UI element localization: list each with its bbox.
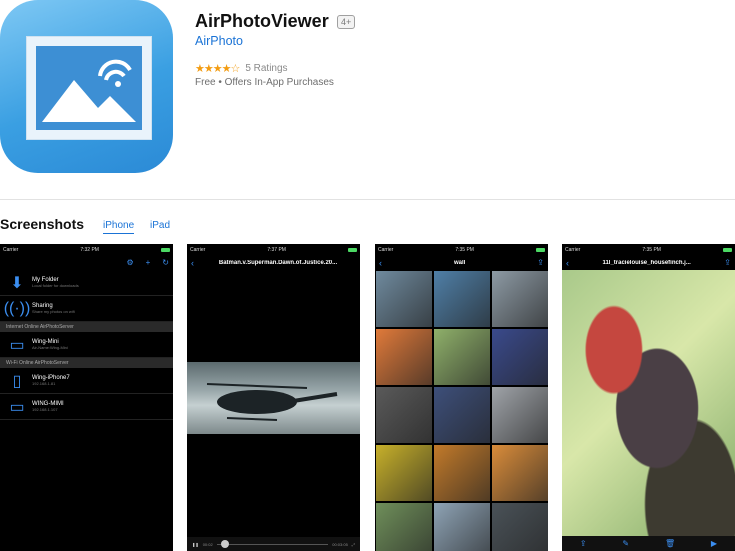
monitor-icon: ▭ (9, 336, 25, 354)
group-header: Wi-Fi Online AirPhotoServer (0, 358, 173, 368)
phone-icon: ▯ (12, 372, 22, 390)
video-title: Batman.v.Superman.Dawn.of.Justice.20... (218, 259, 338, 266)
back-icon: ‹ (566, 257, 569, 268)
refresh-icon: ↻ (162, 258, 169, 267)
photo-thumbnail[interactable] (376, 503, 432, 551)
gear-icon: ⚙ (126, 258, 134, 267)
photo-thumbnail[interactable] (434, 329, 490, 385)
group-header: Internet Online AirPhotoServer (0, 322, 173, 332)
nav-bar: ⚙ + ↻ (0, 255, 173, 270)
photo-thumbnail[interactable] (492, 387, 548, 443)
photo-toolbar: ⇪ ✎ 🗑 ▶ (562, 536, 735, 551)
photo-thumbnail[interactable] (434, 387, 490, 443)
list-item: ▭ Wing-Mini Air-Name:Wing-Mini (0, 332, 173, 358)
photo-thumbnail[interactable] (376, 445, 432, 501)
battery-icon (536, 247, 545, 252)
list-item: ⬇ My Folder Local folder for downloads (0, 270, 173, 296)
battery-icon (723, 247, 732, 252)
screenshot-4[interactable]: Carrier 7:35 PM ‹ 11l_tracielouise_house… (562, 244, 735, 551)
screenshots-heading: Screenshots (0, 216, 85, 232)
edit-icon: ✎ (622, 539, 630, 548)
plus-icon: + (145, 258, 151, 267)
tab-ipad[interactable]: iPad (150, 220, 170, 233)
screenshot-2[interactable]: Carrier 7:37 PM ‹ Batman.v.Superman.Dawn… (187, 244, 360, 551)
status-bar: Carrier 7:35 PM (562, 244, 735, 255)
fullscreen-icon: ⤢ (351, 541, 355, 547)
status-bar: Carrier 7:35 PM (375, 244, 548, 255)
bird-photo (562, 270, 735, 536)
photo-grid (375, 270, 548, 551)
photo-thumbnail[interactable] (376, 387, 432, 443)
age-rating-badge: 4+ (337, 15, 356, 29)
screenshot-3[interactable]: Carrier 7:35 PM ‹ wall ⇪ (375, 244, 548, 551)
battery-icon (161, 247, 170, 252)
photo-thumbnail[interactable] (376, 329, 432, 385)
app-store-page: AirPhotoViewer 4+ AirPhoto ★★★★☆ 5 Ratin… (0, 0, 735, 551)
photo-title: 11l_tracielouise_housefinch.j... (602, 259, 691, 266)
ratings-count[interactable]: 5 Ratings (245, 63, 287, 74)
photo-thumbnail[interactable] (434, 503, 490, 551)
share-icon: ⇪ (724, 258, 731, 267)
photo-thumbnail[interactable] (376, 271, 432, 327)
list-item: ▭ WING-MIMI 192.168.1.107 (0, 394, 173, 420)
share-icon: ⇪ (579, 539, 587, 548)
list-item: ((·)) Sharing Share my photos on wifi (0, 296, 173, 322)
photo-thumbnail[interactable] (434, 445, 490, 501)
photo-thumbnail[interactable] (492, 329, 548, 385)
rating-row: ★★★★☆ 5 Ratings (195, 62, 288, 75)
back-icon: ‹ (191, 257, 194, 268)
photo-thumbnail[interactable] (492, 445, 548, 501)
mountain-wifi-icon (42, 59, 136, 122)
nav-bar: ‹ wall ⇪ (375, 255, 548, 270)
app-icon (0, 0, 173, 173)
nav-bar: ‹ Batman.v.Superman.Dawn.of.Justice.20..… (187, 255, 360, 270)
developer-link[interactable]: AirPhoto (195, 34, 243, 48)
screenshot-1[interactable]: Carrier 7:32 PM ⚙ + ↻ ⬇ My Folder Local f… (0, 244, 173, 551)
app-title: AirPhotoViewer (195, 11, 329, 31)
video-controls: ❚❚ 00:02 00:03:05 ⤢ (187, 537, 360, 551)
photo-thumbnail[interactable] (492, 503, 548, 551)
nav-bar: ‹ 11l_tracielouise_housefinch.j... ⇪ (562, 255, 735, 270)
seek-slider[interactable] (216, 539, 329, 548)
photo-thumbnail[interactable] (434, 271, 490, 327)
tab-iphone[interactable]: iPhone (103, 220, 135, 234)
play-icon: ▶ (710, 539, 718, 548)
divider (0, 199, 735, 200)
folder-title: wall (453, 259, 466, 266)
pause-icon: ❚❚ (192, 541, 199, 547)
download-folder-icon: ⬇ (10, 274, 24, 292)
status-bar: Carrier 7:37 PM (187, 244, 360, 255)
list-item: ▯ Wing-iPhone7 192.168.1.81 (0, 368, 173, 394)
video-frame (187, 362, 360, 434)
share-icon: ⇪ (537, 258, 544, 267)
status-bar: Carrier 7:32 PM (0, 244, 173, 255)
wifi-broadcast-icon: ((·)) (3, 299, 31, 317)
battery-icon (348, 247, 357, 252)
star-rating-icon: ★★★★☆ (195, 63, 240, 75)
trash-icon: 🗑 (664, 539, 676, 548)
monitor-icon: ▭ (9, 398, 25, 416)
helicopter-image (206, 383, 338, 421)
back-icon: ‹ (379, 257, 382, 268)
seek-knob[interactable] (220, 539, 229, 548)
price-line: Free • Offers In-App Purchases (195, 77, 334, 88)
photo-thumbnail[interactable] (492, 271, 548, 327)
